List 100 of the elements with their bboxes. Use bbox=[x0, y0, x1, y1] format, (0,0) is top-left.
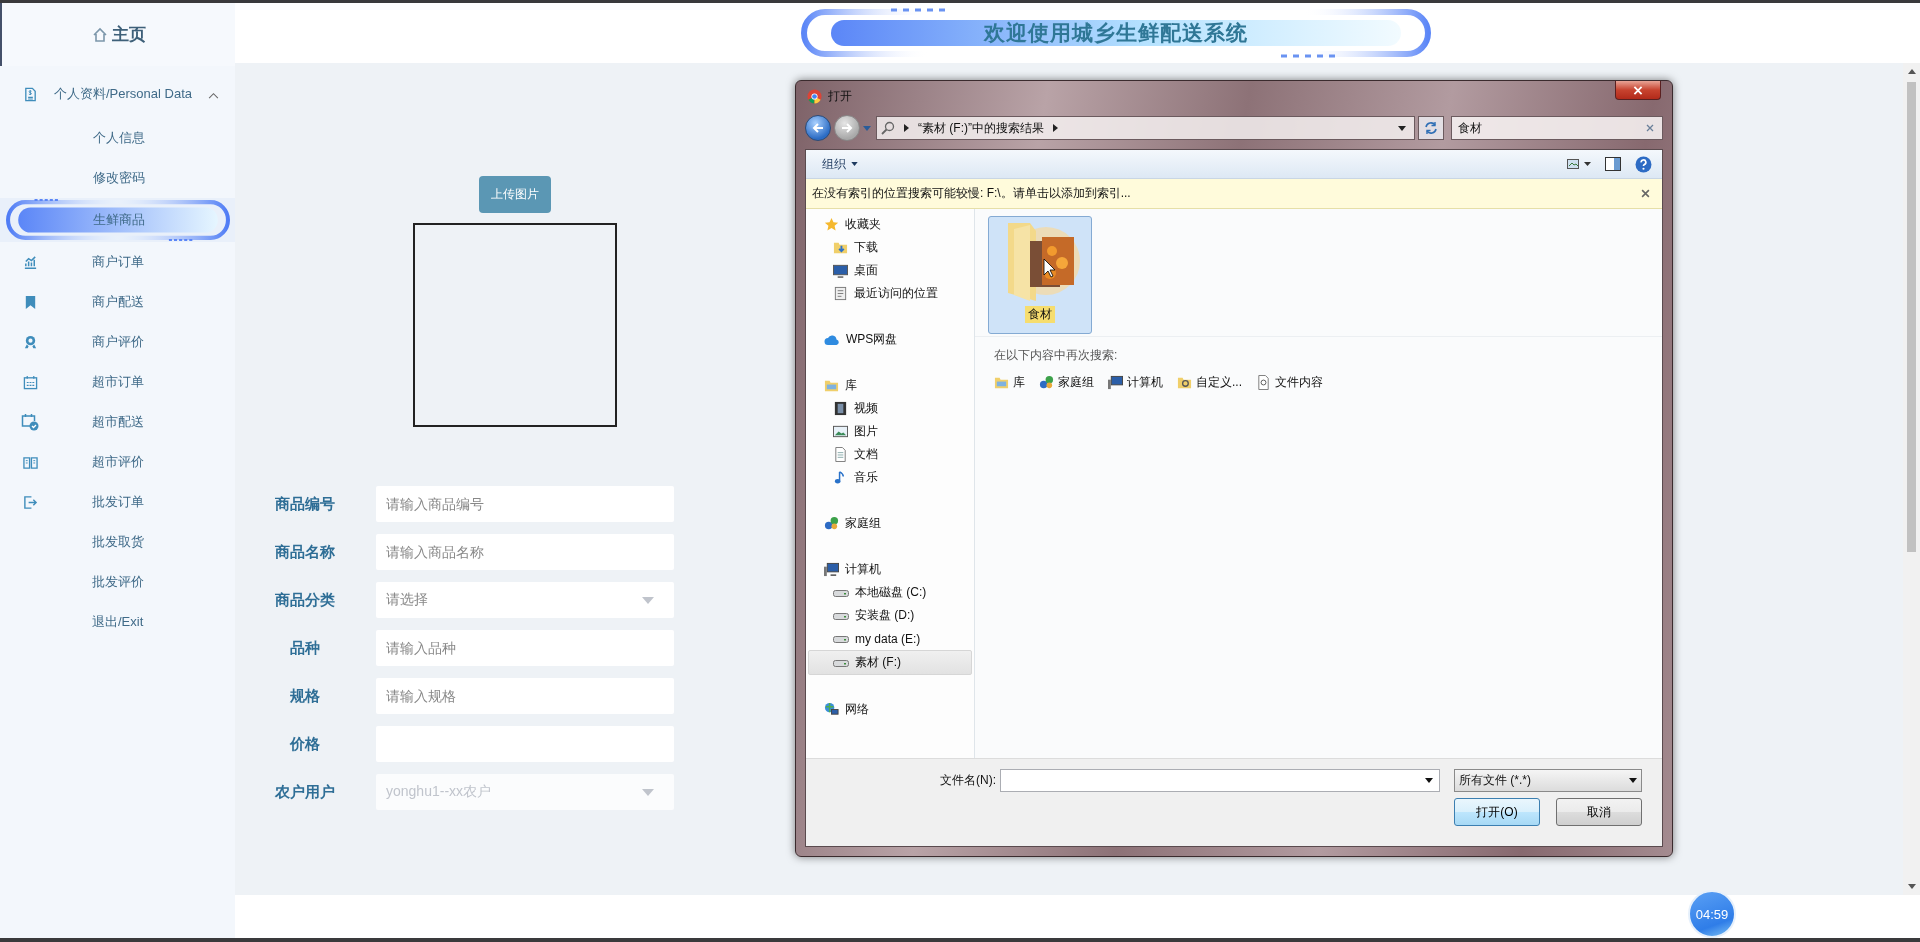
sidebar-item[interactable]: 修改密码 bbox=[0, 158, 235, 198]
organize-menu[interactable]: 组织 bbox=[818, 153, 862, 175]
scroll-up-icon[interactable] bbox=[1907, 69, 1916, 74]
bar-chart-icon bbox=[22, 254, 38, 270]
field-label: 商品名称 bbox=[274, 542, 336, 562]
scrollbar[interactable] bbox=[1903, 63, 1920, 895]
input-field[interactable]: 请输入品种 bbox=[376, 630, 674, 666]
computer-icon bbox=[1108, 375, 1123, 390]
recent-places-icon bbox=[833, 286, 848, 301]
navigation-item[interactable]: 素材 (F:) bbox=[808, 650, 972, 675]
breadcrumb[interactable]: “素材 (F:)”中的搜索结果 bbox=[918, 119, 1044, 137]
calendar-check-icon bbox=[21, 413, 39, 431]
exit-icon bbox=[22, 494, 38, 510]
sidebar-item[interactable]: 退出/Exit bbox=[0, 602, 235, 642]
file-name-label: 文件名(N): bbox=[940, 772, 996, 789]
image-icon bbox=[833, 424, 848, 439]
input-field[interactable]: 请输入商品编号 bbox=[376, 486, 674, 522]
sidebar-item[interactable]: 批发取货 bbox=[0, 522, 235, 562]
navigation-item[interactable]: 文档 bbox=[806, 443, 972, 466]
search-field[interactable]: 食材 bbox=[1451, 116, 1663, 140]
preview-pane-icon[interactable] bbox=[1605, 157, 1621, 171]
sidebar-item[interactable]: 个人信息 bbox=[0, 118, 235, 158]
sidebar-item[interactable]: 商户评价 bbox=[0, 322, 235, 362]
sidebar-item[interactable]: 超市订单 bbox=[0, 362, 235, 402]
clear-icon[interactable] bbox=[1646, 124, 1654, 132]
navigation-item[interactable]: 桌面 bbox=[806, 259, 972, 282]
caret-icon bbox=[642, 596, 654, 604]
cloud-icon bbox=[824, 333, 840, 346]
document-icon bbox=[22, 86, 38, 102]
chevron-icon bbox=[208, 92, 219, 99]
scroll-down-icon[interactable] bbox=[1907, 884, 1916, 889]
home-icon bbox=[91, 26, 108, 43]
address-bar[interactable]: “素材 (F:)”中的搜索结果 bbox=[876, 116, 1415, 140]
search-location-link[interactable]: 自定义... bbox=[1177, 374, 1242, 391]
navigation-item[interactable]: 本地磁盘 (C:) bbox=[806, 581, 972, 604]
navigation-item[interactable]: 网络 bbox=[806, 698, 972, 721]
close-button[interactable] bbox=[1615, 81, 1661, 100]
drive-icon bbox=[833, 587, 849, 598]
search-location-link[interactable]: 家庭组 bbox=[1039, 374, 1094, 391]
navigation-item[interactable]: 库 bbox=[806, 374, 972, 397]
dialog-title: 打开 bbox=[828, 87, 852, 105]
select-field[interactable]: 请选择 bbox=[376, 582, 674, 618]
file-name-field[interactable] bbox=[1000, 769, 1440, 792]
input-field[interactable]: 请输入商品名称 bbox=[376, 534, 674, 570]
homegroup-icon bbox=[1039, 375, 1054, 390]
sidebar-item[interactable]: 超市配送 bbox=[0, 402, 235, 442]
refresh-icon bbox=[1424, 121, 1438, 135]
desktop-icon bbox=[833, 263, 848, 278]
sidebar-item[interactable]: 个人资料/Personal Data bbox=[0, 74, 235, 114]
navigation-item[interactable]: 收藏夹 bbox=[806, 213, 972, 236]
dropdown-icon[interactable] bbox=[1425, 778, 1433, 783]
sidebar-item[interactable]: 批发评价 bbox=[0, 562, 235, 602]
drive-icon bbox=[833, 633, 849, 644]
field-label: 品种 bbox=[289, 638, 321, 658]
document-search-icon bbox=[1256, 375, 1271, 390]
field-label: 价格 bbox=[289, 734, 321, 754]
network-icon bbox=[824, 702, 839, 717]
search-again-label: 在以下内容中再次搜索: bbox=[994, 347, 1119, 364]
sidebar-item[interactable]: 商户配送 bbox=[0, 282, 235, 322]
folder-item[interactable]: 食材 bbox=[988, 216, 1092, 334]
navigation-item[interactable]: 计算机 bbox=[806, 558, 972, 581]
browser-logo-icon bbox=[807, 88, 822, 104]
folder-search-icon bbox=[1177, 375, 1192, 390]
field-label: 商品编号 bbox=[274, 494, 336, 514]
dropdown-icon[interactable] bbox=[1398, 125, 1406, 131]
info-bar[interactable]: 在没有索引的位置搜索可能较慢: F:\。请单击以添加到索引... bbox=[806, 179, 1662, 209]
search-location-link[interactable]: 文件内容 bbox=[1256, 374, 1323, 391]
search-location-link[interactable]: 库 bbox=[994, 374, 1025, 391]
sidebar-item[interactable]: 商户订单 bbox=[0, 242, 235, 282]
chevron-right-icon bbox=[1053, 124, 1058, 132]
navigation-item[interactable]: WPS网盘 bbox=[806, 328, 972, 351]
film-icon bbox=[833, 401, 848, 416]
award-icon bbox=[22, 334, 38, 350]
navigation-item[interactable]: 图片 bbox=[806, 420, 972, 443]
file-type-select[interactable]: 所有文件 (*.*) bbox=[1454, 769, 1642, 792]
navigation-item[interactable]: my data (E:) bbox=[806, 627, 972, 650]
computer-icon bbox=[824, 562, 839, 577]
close-icon[interactable] bbox=[1641, 189, 1650, 198]
sidebar-item[interactable]: 批发订单 bbox=[0, 482, 235, 522]
navigation-item[interactable]: 音乐 bbox=[806, 466, 972, 489]
navigation-item[interactable]: 视频 bbox=[806, 397, 972, 420]
dialog-button[interactable]: 打开(O) bbox=[1454, 798, 1540, 826]
page-title: 欢迎使用城乡生鲜配送系统 bbox=[983, 20, 1248, 46]
input-field[interactable]: 请输入规格 bbox=[376, 678, 674, 714]
calendar-icon bbox=[22, 374, 38, 390]
back-button[interactable] bbox=[805, 115, 831, 141]
refresh-button[interactable] bbox=[1418, 116, 1444, 140]
navigation-item[interactable]: 下载 bbox=[806, 236, 972, 259]
view-icon[interactable] bbox=[1567, 158, 1591, 170]
caret-icon bbox=[851, 162, 858, 166]
search-location-link[interactable]: 计算机 bbox=[1108, 374, 1163, 391]
navigation-item[interactable]: 家庭组 bbox=[806, 512, 972, 535]
navigation-item[interactable]: 最近访问的位置 bbox=[806, 282, 972, 305]
sidebar-item[interactable]: 超市评价 bbox=[0, 442, 235, 482]
navigation-item[interactable]: 安装盘 (D:) bbox=[806, 604, 972, 627]
forward-button[interactable] bbox=[834, 115, 860, 141]
help-icon[interactable] bbox=[1635, 155, 1652, 173]
dialog-button[interactable]: 取消 bbox=[1556, 798, 1642, 826]
document-icon bbox=[833, 447, 848, 462]
field-label: 农户用户 bbox=[274, 782, 336, 802]
